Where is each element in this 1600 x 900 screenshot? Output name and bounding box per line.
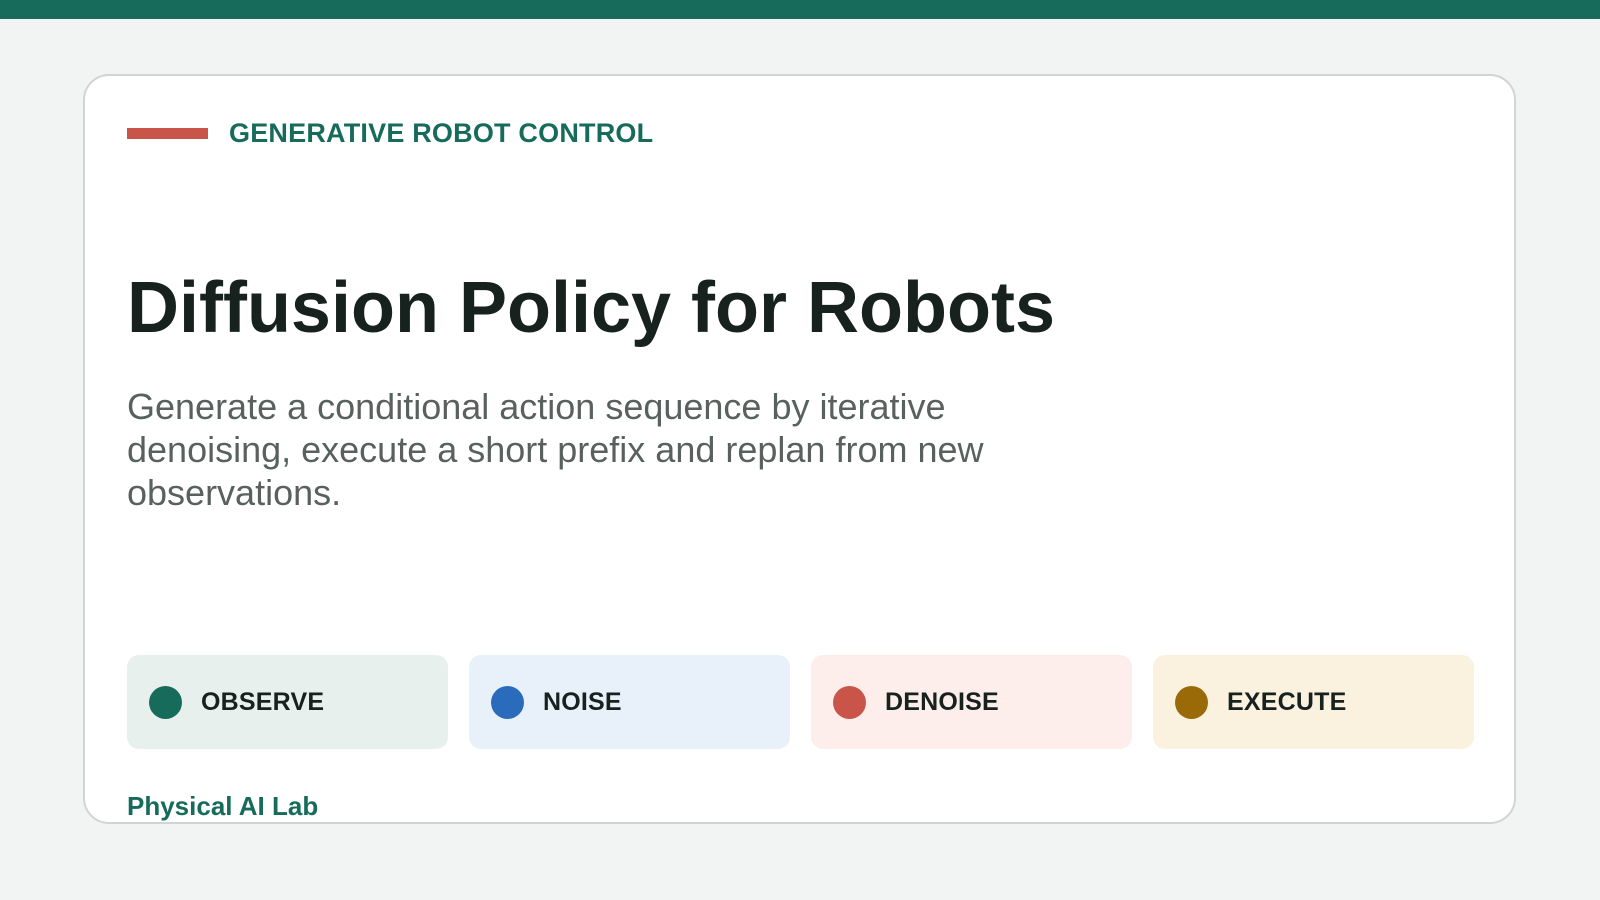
step-noise: NOISE [469,655,790,749]
step-execute: EXECUTE [1153,655,1474,749]
top-accent-bar [0,0,1600,19]
step-label: OBSERVE [201,687,325,716]
page-subtitle: Generate a conditional action sequence b… [127,386,984,513]
step-denoise: DENOISE [811,655,1132,749]
step-observe: OBSERVE [127,655,448,749]
step-label: DENOISE [885,687,999,716]
eyebrow-rule [127,128,208,139]
step-label: EXECUTE [1227,687,1347,716]
eyebrow-text: GENERATIVE ROBOT CONTROL [229,118,654,148]
observe-dot-icon [149,685,182,719]
page-title: Diffusion Policy for Robots [127,268,1055,348]
denoise-dot-icon [833,685,866,719]
step-list: OBSERVE NOISE DENOISE EXECUTE [127,655,1474,749]
eyebrow: GENERATIVE ROBOT CONTROL [127,118,653,149]
noise-dot-icon [491,685,524,719]
execute-dot-icon [1175,685,1208,719]
step-label: NOISE [543,687,622,716]
footer-lab-name: Physical AI Lab [127,791,319,821]
slide-card: GENERATIVE ROBOT CONTROL Diffusion Polic… [83,74,1516,824]
